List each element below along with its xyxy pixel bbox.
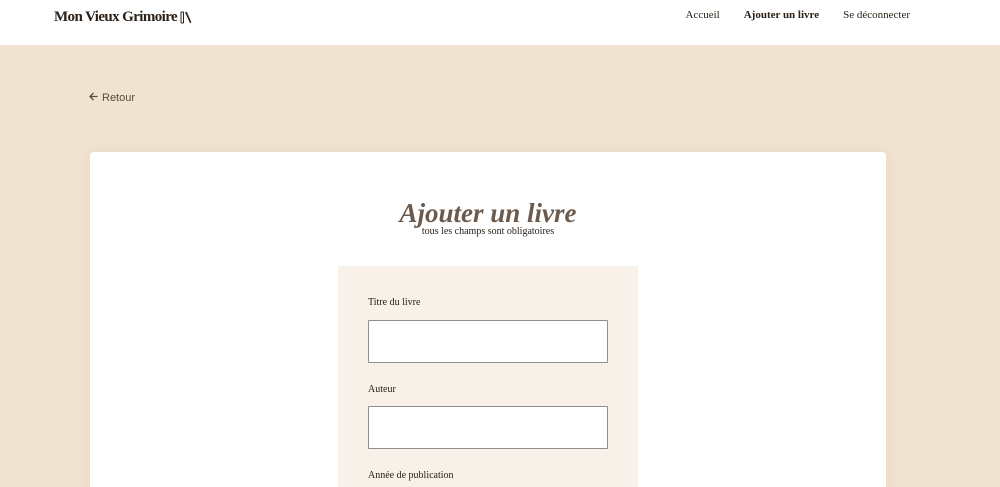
- back-link-label: Retour: [102, 92, 136, 104]
- book-title-input[interactable]: [368, 320, 608, 363]
- author-label: Auteur: [368, 384, 396, 395]
- page-subtitle: tous les champs sont obligatoires: [421, 226, 555, 237]
- back-link[interactable]: Retour: [89, 92, 135, 104]
- book-logo-icon: [180, 11, 192, 24]
- logo-text: Mon Vieux Grimoire: [54, 9, 178, 25]
- nav-logout-link[interactable]: Se déconnecter: [843, 9, 910, 21]
- nav-home-link[interactable]: Accueil: [686, 9, 720, 21]
- main-nav: Accueil Ajouter un livre Se déconnecter: [686, 9, 910, 21]
- nav-add-book-link[interactable]: Ajouter un livre: [744, 9, 819, 21]
- site-header: Mon Vieux Grimoire Accueil Ajouter un li…: [0, 0, 1000, 45]
- add-book-card: Ajouter un livre tous les champs sont ob…: [90, 152, 886, 487]
- publication-year-label: Année de publication: [368, 470, 454, 481]
- logo[interactable]: Mon Vieux Grimoire: [54, 9, 192, 26]
- arrow-left-icon: [89, 92, 98, 104]
- page-title: Ajouter un livre: [399, 198, 577, 228]
- book-title-label: Titre du livre: [368, 297, 421, 308]
- author-input[interactable]: [368, 406, 608, 449]
- add-book-form: Titre du livre Auteur Année de publicati…: [338, 266, 638, 487]
